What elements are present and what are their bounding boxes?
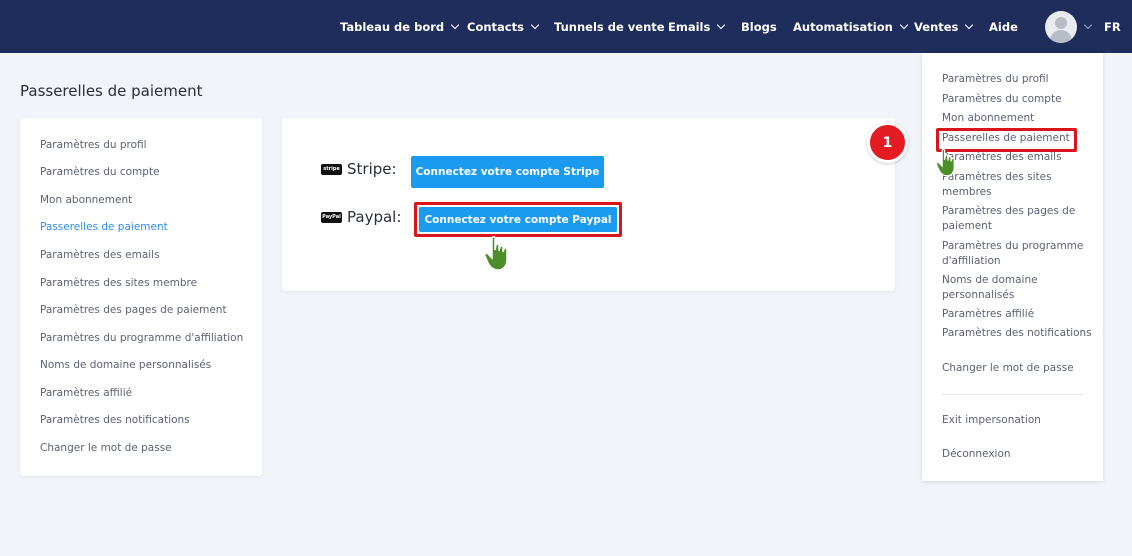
avatar-body-shape	[1050, 30, 1072, 43]
sidebar-item-account[interactable]: Paramètres du compte	[40, 166, 160, 178]
settings-sidebar: Paramètres du profil Paramètres du compt…	[20, 118, 262, 476]
dropdown-item-profile[interactable]: Paramètres du profil	[942, 72, 1092, 87]
sidebar-item-change-password[interactable]: Changer le mot de passe	[40, 442, 172, 454]
sidebar-item-subscription[interactable]: Mon abonnement	[40, 194, 132, 206]
nav-contacts-label: Contacts	[467, 20, 524, 34]
sidebar-item-profile[interactable]: Paramètres du profil	[40, 139, 147, 151]
sidebar-item-payment-gateways[interactable]: Passerelles de paiement	[40, 221, 168, 233]
user-avatar[interactable]	[1045, 11, 1077, 43]
nav-emails-label: Emails	[668, 20, 711, 34]
nav-blogs[interactable]: Blogs	[741, 20, 777, 34]
dropdown-item-emails[interactable]: Paramètres des emails	[942, 150, 1092, 165]
dropdown-item-account[interactable]: Paramètres du compte	[942, 92, 1092, 107]
dropdown-item-payment-pages[interactable]: Paramètres des pages de paiement	[942, 204, 1092, 234]
nav-sales[interactable]: Ventes	[914, 20, 974, 34]
sidebar-item-affiliate-program[interactable]: Paramètres du programme d'affiliation	[40, 332, 243, 344]
dropdown-item-subscription[interactable]: Mon abonnement	[942, 111, 1092, 126]
chevron-down-icon[interactable]	[1083, 20, 1093, 30]
user-dropdown-menu: Paramètres du profil Paramètres du compt…	[922, 53, 1103, 481]
pointer-hand-icon	[484, 236, 508, 271]
paypal-row: PayPal Paypal:	[321, 208, 401, 226]
dropdown-item-member-sites[interactable]: Paramètres des sites membres	[942, 170, 1092, 200]
connect-paypal-button[interactable]: Connectez votre compte Paypal	[419, 207, 617, 232]
chevron-down-icon	[899, 20, 909, 30]
sidebar-item-member-sites[interactable]: Paramètres des sites membre	[40, 277, 197, 289]
page-title: Passerelles de paiement	[20, 82, 203, 100]
dropdown-item-notifications[interactable]: Paramètres des notifications	[942, 326, 1092, 341]
connect-stripe-button[interactable]: Connectez votre compte Stripe	[411, 156, 604, 188]
sidebar-item-affiliate[interactable]: Paramètres affilié	[40, 387, 132, 399]
paypal-label: Paypal:	[347, 208, 402, 226]
nav-sales-label: Ventes	[914, 20, 959, 34]
pointer-hand-icon	[935, 148, 955, 177]
dropdown-item-exit-impersonation[interactable]: Exit impersonation	[942, 413, 1092, 428]
nav-automation[interactable]: Automatisation	[793, 20, 909, 34]
stripe-label: Stripe:	[347, 160, 397, 178]
stripe-logo-icon: stripe	[321, 163, 342, 175]
chevron-down-icon	[965, 20, 974, 30]
chevron-down-icon	[530, 20, 540, 30]
sidebar-item-payment-pages[interactable]: Paramètres des pages de paiement	[40, 304, 227, 316]
nav-help[interactable]: Aide	[989, 20, 1018, 34]
nav-dashboard[interactable]: Tableau de bord	[340, 20, 460, 34]
top-navbar: Tableau de bord Contacts Tunnels de vent…	[0, 0, 1132, 53]
dropdown-item-custom-domains[interactable]: Noms de domaine personnalisés	[942, 273, 1092, 303]
dropdown-item-change-password[interactable]: Changer le mot de passe	[942, 361, 1092, 376]
nav-funnels[interactable]: Tunnels de vente	[554, 20, 665, 34]
sidebar-item-custom-domains[interactable]: Noms de domaine personnalisés	[40, 359, 211, 371]
nav-funnels-label: Tunnels de vente	[554, 20, 665, 34]
nav-dashboard-label: Tableau de bord	[340, 20, 445, 34]
nav-emails[interactable]: Emails	[668, 20, 726, 34]
nav-automation-label: Automatisation	[793, 20, 893, 34]
dropdown-item-affiliate-program[interactable]: Paramètres du programme d'affiliation	[942, 239, 1092, 269]
paypal-logo-icon: PayPal	[321, 211, 342, 223]
payment-gateways-card: stripe Stripe: Connectez votre compte St…	[282, 118, 895, 291]
nav-help-label: Aide	[989, 20, 1018, 34]
chevron-down-icon	[717, 20, 726, 30]
language-switcher[interactable]: FR	[1104, 20, 1121, 34]
nav-contacts[interactable]: Contacts	[467, 20, 540, 34]
step-number-badge: 1	[867, 122, 908, 163]
nav-blogs-label: Blogs	[741, 20, 777, 34]
chevron-down-icon	[450, 20, 460, 30]
stripe-row: stripe Stripe:	[321, 160, 397, 178]
dropdown-divider	[942, 394, 1083, 395]
dropdown-item-affiliate[interactable]: Paramètres affilié	[942, 307, 1092, 322]
avatar-head-shape	[1055, 17, 1067, 29]
dropdown-item-logout[interactable]: Déconnexion	[942, 447, 1092, 462]
sidebar-item-emails[interactable]: Paramètres des emails	[40, 249, 160, 261]
sidebar-item-notifications[interactable]: Paramètres des notifications	[40, 414, 190, 426]
